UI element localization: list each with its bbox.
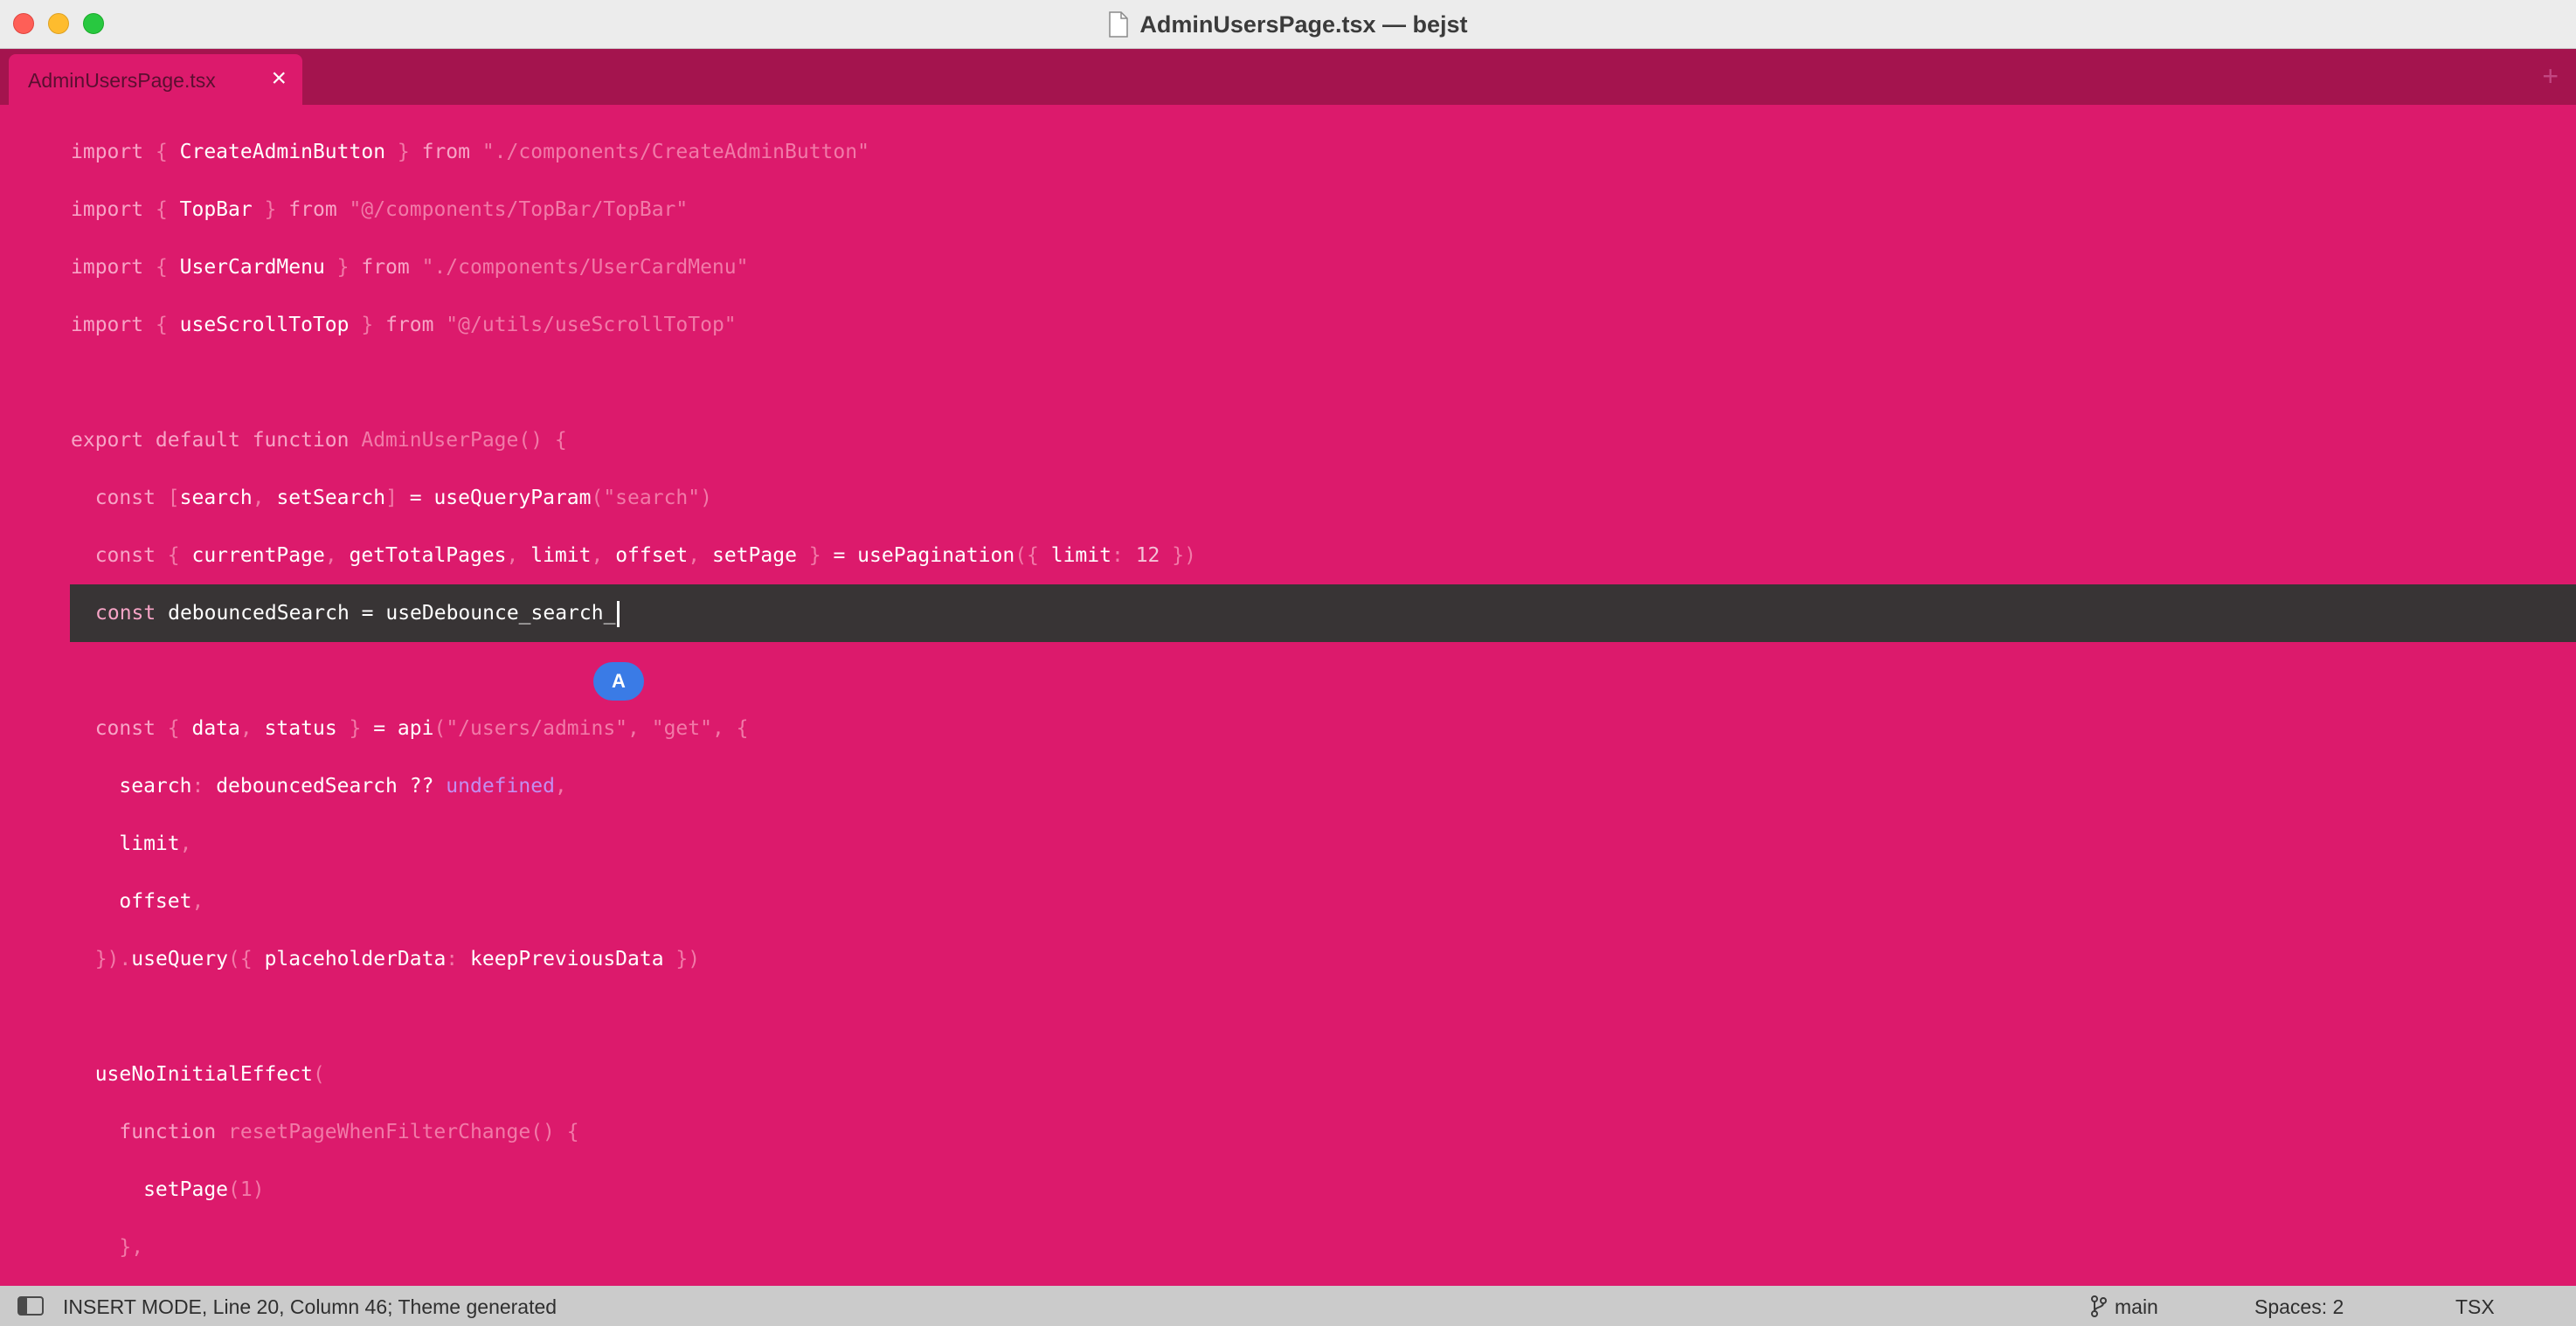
input-source-badge: A <box>593 662 644 701</box>
code-line: import { TopBar } from "@/components/Top… <box>71 198 689 221</box>
tab-adminuserspage[interactable]: AdminUsersPage.tsx × <box>9 54 302 105</box>
code-line: import { useScrollToTop } from "@/utils/… <box>71 314 737 336</box>
git-branch-label[interactable]: main <box>2115 1295 2158 1319</box>
editor-status-text: INSERT MODE, Line 20, Column 46; Theme g… <box>63 1295 557 1318</box>
code-line: function resetPageWhenFilterChange() { <box>71 1121 579 1143</box>
code-line: const { data, status } = api("/users/adm… <box>71 717 749 740</box>
code-line: setPage(1) <box>71 1178 265 1201</box>
code-line: }).useQuery({ placeholderData: keepPrevi… <box>71 948 701 970</box>
language-mode[interactable]: TSX <box>2455 1295 2495 1319</box>
document-icon <box>1109 11 1129 38</box>
code-line: const [search, setSearch] = useQueryPara… <box>71 487 712 509</box>
tab-close-icon[interactable]: × <box>271 65 287 93</box>
window-title: AdminUsersPage.tsx — bejst <box>1139 10 1468 38</box>
code-line: import { UserCardMenu } from "./componen… <box>71 256 749 279</box>
title-bar: AdminUsersPage.tsx — bejst <box>0 0 2576 49</box>
text-cursor <box>617 600 620 627</box>
window-title-group: AdminUsersPage.tsx — bejst <box>0 0 2576 49</box>
code-editor[interactable]: import { CreateAdminButton } from "./com… <box>0 105 2576 1286</box>
code-line: search: debouncedSearch ?? undefined, <box>71 775 567 798</box>
git-branch-icon <box>2091 1295 2107 1317</box>
status-bar: INSERT MODE, Line 20, Column 46; Theme g… <box>0 1286 2576 1326</box>
code-line: limit, <box>71 832 192 855</box>
code-line: useNoInitialEffect( <box>71 1063 325 1086</box>
tab-label: AdminUsersPage.tsx <box>28 69 216 92</box>
indentation-setting[interactable]: Spaces: 2 <box>2254 1295 2344 1319</box>
tab-bar: AdminUsersPage.tsx × + <box>0 49 2576 105</box>
active-code-line: const debouncedSearch = useDebounce_sear… <box>70 584 2576 642</box>
sidebar-toggle-icon[interactable] <box>17 1296 44 1316</box>
code-line: offset, <box>71 890 204 913</box>
code-line: }, <box>71 1236 144 1259</box>
code-line: const { currentPage, getTotalPages, limi… <box>71 544 1196 567</box>
code-line: import { CreateAdminButton } from "./com… <box>71 141 869 163</box>
code-line: export default function AdminUserPage() … <box>71 429 567 452</box>
new-tab-icon[interactable]: + <box>2542 61 2559 91</box>
